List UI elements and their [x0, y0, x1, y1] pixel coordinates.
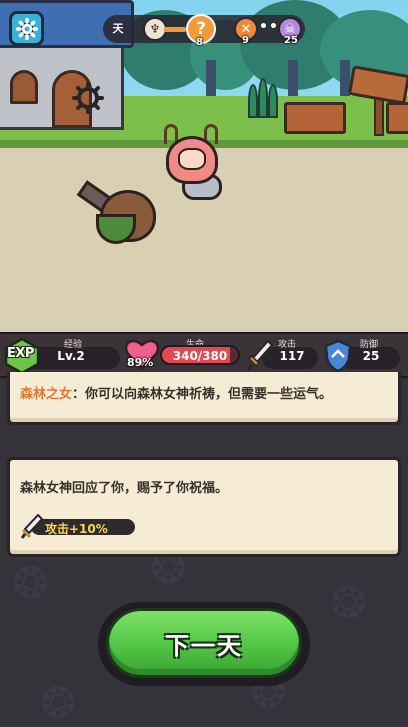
gear-icon — [15, 17, 38, 40]
fence — [284, 102, 346, 134]
hp-bar: 340/380 — [160, 345, 240, 365]
settings-button[interactable] — [9, 11, 44, 46]
stage-number: 25 — [284, 35, 298, 46]
level-value: Lv.2 — [57, 349, 85, 363]
game-scene — [0, 0, 408, 332]
forest-daughter-npc[interactable] — [160, 124, 230, 204]
fence — [386, 102, 408, 134]
sword-icon — [21, 514, 43, 539]
shield-icon — [324, 339, 352, 373]
buff-label: 攻击+10% — [45, 522, 108, 536]
result-text: 森林女神回应了你，赐予了你祝福。 — [20, 481, 229, 496]
day-progress-fill — [164, 27, 186, 32]
stage-number: 9 — [242, 35, 249, 46]
bush — [246, 78, 280, 118]
hp-percent: 89% — [127, 356, 154, 369]
npc-dialog-line: 森林之女：你可以向森林女神祈祷，但需要一些运气。 — [20, 383, 332, 402]
exp-badge-label: EXP — [7, 346, 34, 361]
gear-icon — [72, 82, 104, 114]
defense-value: 25 — [362, 349, 380, 363]
sword-icon — [246, 339, 274, 371]
hp-value: 340/380 — [172, 349, 228, 363]
stage-number: 8 — [196, 37, 203, 48]
next-day-button[interactable]: 下一天 — [106, 608, 302, 678]
next-day-label: 下一天 — [165, 631, 243, 660]
day-label: 天 — [112, 22, 124, 35]
house-window — [10, 70, 38, 104]
speaker-name: 森林之女 — [20, 387, 73, 402]
dialog-text: ：你可以向森林女神祈祷，但需要一些运气。 — [72, 387, 333, 402]
capybara-hero — [76, 168, 172, 248]
attack-value: 117 — [279, 349, 305, 363]
result-card — [7, 457, 401, 557]
